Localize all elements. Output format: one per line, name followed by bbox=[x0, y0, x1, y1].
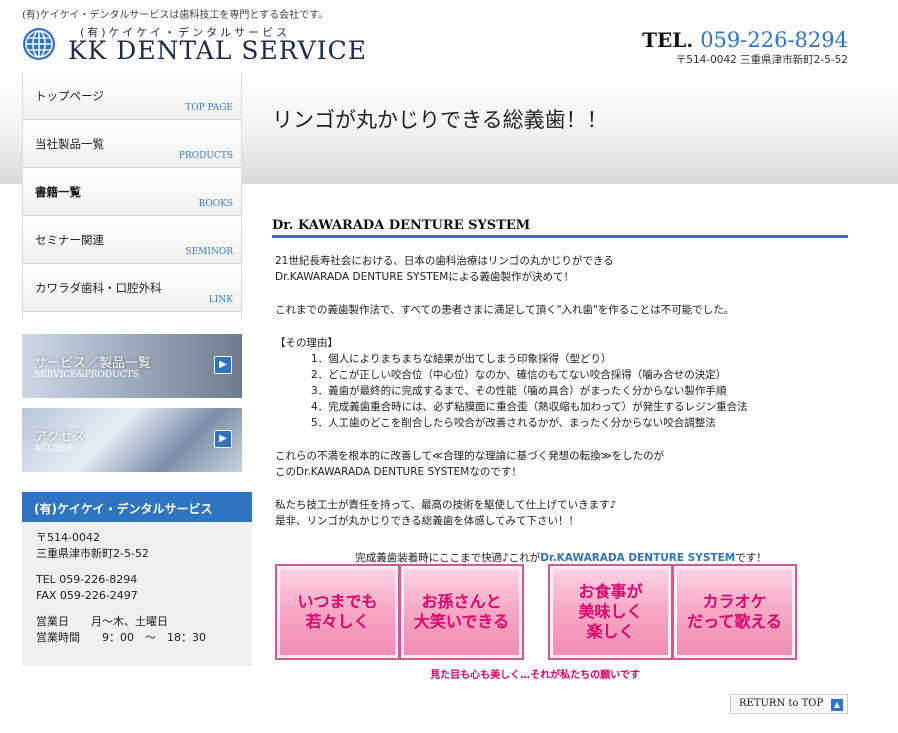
return-to-top-button[interactable]: RETURN to TOP ▲ bbox=[730, 694, 848, 714]
paragraph-2: これまでの義歯製作法で、すべての患者さまに満足して頂く"入れ歯"を作ることは不可… bbox=[275, 304, 735, 316]
sidebar-item-label: カワラダ歯科・口腔外科 bbox=[35, 281, 162, 295]
company-details: 〒514-0042 三重県津市新町2-5-52 TEL 059-226-8294… bbox=[22, 522, 252, 654]
reason-item: 1．個人によりまちまちな結果が出てしまう印象採得（型どり） bbox=[311, 353, 612, 365]
company-business-hours: 営業時間 9：00 ～ 18：30 bbox=[36, 631, 206, 644]
promo-caption-highlight: Dr.KAWARADA DENTURE SYSTEM bbox=[540, 552, 736, 564]
sidebar-item-sublabel: LINK bbox=[208, 295, 233, 305]
section-divider bbox=[272, 235, 848, 238]
company-name: (有)ケイケイ・デンタルサービス bbox=[22, 492, 252, 522]
sidebar-nav: トップページ TOP PAGE 当社製品一覧 PRODUCTS 書籍一覧 BOO… bbox=[22, 72, 242, 320]
globe-icon bbox=[23, 28, 55, 60]
sidebar-item-label: 書籍一覧 bbox=[35, 185, 81, 199]
intro-line-2: Dr.KAWARADA DENTURE SYSTEMによる義歯製作が決めて！ bbox=[275, 271, 575, 283]
arrow-up-icon: ▲ bbox=[831, 699, 843, 711]
company-zip: 〒514-0042 bbox=[36, 531, 100, 544]
promo-tile-karaoke: カラオケ だって歌える bbox=[672, 564, 797, 660]
reason-item: 4．完成義歯重合時には、必ず粘膜面に重合歪（熱収縮も加わって）が発生するレジン重… bbox=[311, 401, 748, 413]
sidebar-item-products[interactable]: 当社製品一覧 PRODUCTS bbox=[23, 120, 241, 168]
service-products-banner[interactable]: サービス／製品一覧 SERVICE&PRODUCTS ▶ bbox=[22, 334, 242, 398]
return-to-top-label: RETURN to TOP bbox=[739, 698, 824, 709]
promo-tile-laugh: お孫さんと 大笑いできる bbox=[399, 564, 524, 660]
sidebar-item-sublabel: PRODUCTS bbox=[178, 151, 233, 161]
paragraph-3b: このDr.KAWARADA DENTURE SYSTEMなのです！ bbox=[275, 466, 522, 478]
page-title: リンゴが丸かじりできる総義歯！！ bbox=[272, 108, 608, 132]
sidebar-item-sublabel: TOP PAGE bbox=[185, 103, 233, 113]
intro-line-1: 21世紀長寿社会における、日本の歯科治療はリンゴの丸かじりができる bbox=[275, 255, 614, 267]
reason-item: 5．人工歯のどこを削合したら咬合が改善されるかが、まったく分からない咬合調整法 bbox=[311, 417, 716, 429]
paragraph-4a: 私たち技工士が責任を持って、最高の技術を駆使して仕上げていきます♪ bbox=[275, 499, 617, 511]
access-banner[interactable]: アクセス ACCESS ▶ bbox=[22, 408, 242, 472]
site-tagline: (有)ケイケイ・デンタルサービスは歯科技工を専門とする会社です。 bbox=[22, 10, 329, 21]
promo-tile-youthful: いつまでも 若々しく bbox=[275, 564, 400, 660]
promo-caption: 完成義歯装着時にここまで快適♪これがDr.KAWARADA DENTURE SY… bbox=[275, 550, 847, 565]
banner-label: アクセス bbox=[34, 430, 86, 445]
arrow-right-icon: ▶ bbox=[214, 430, 232, 448]
arrow-right-icon: ▶ bbox=[214, 356, 232, 374]
promo-caption-text: 完成義歯装着時にここまで快適♪これが bbox=[355, 552, 541, 564]
main-body-text: 21世紀長寿社会における、日本の歯科治療はリンゴの丸かじりができる Dr.KAW… bbox=[275, 253, 847, 529]
site-logo[interactable]: KK DENTAL SERVICE bbox=[68, 36, 367, 65]
promo-footer-text: 見た目も心も美しく…それが私たちの願いです bbox=[430, 670, 640, 681]
paragraph-4b: 是非、リンゴが丸かじりできる総義歯を体感してみて下さい！！ bbox=[275, 515, 579, 527]
sidebar-item-top-page[interactable]: トップページ TOP PAGE bbox=[23, 72, 241, 120]
reason-heading: 【その理由】 bbox=[275, 337, 338, 349]
paragraph-3a: これらの不満を根本的に改善して≪合理的な理論に基づく発想の転換≫をしたのが bbox=[275, 450, 665, 462]
company-info-box: (有)ケイケイ・デンタルサービス 〒514-0042 三重県津市新町2-5-52… bbox=[22, 492, 252, 666]
banner-sublabel: SERVICE&PRODUCTS bbox=[34, 370, 139, 380]
company-tel: TEL 059-226-8294 bbox=[36, 573, 138, 586]
header-phone: TEL. 059-226-8294 bbox=[642, 28, 848, 52]
company-address: 三重県津市新町2-5-52 bbox=[36, 547, 149, 560]
promo-caption-end: です！ bbox=[735, 552, 767, 564]
header-address: 〒514-0042 三重県津市新町2-5-52 bbox=[675, 54, 848, 66]
sidebar-item-label: 当社製品一覧 bbox=[35, 137, 104, 151]
section-title: Dr. KAWARADA DENTURE SYSTEM bbox=[272, 218, 531, 233]
sidebar-item-label: トップページ bbox=[35, 89, 104, 103]
sidebar-item-sublabel: BOOKS bbox=[198, 199, 233, 209]
reason-item: 3．義歯が最終的に完成するまで、その性能（噛め具合）がまったく分からない製作手順 bbox=[311, 385, 727, 397]
tel-number: 059-226-8294 bbox=[700, 28, 848, 52]
reason-item: 2．どこが正しい咬合位（中心位）なのか、確信のもてない咬合採得（噛み合せの決定） bbox=[311, 369, 727, 381]
sidebar-item-sublabel: SEMINOR bbox=[185, 247, 233, 257]
banner-sublabel: ACCESS bbox=[34, 444, 74, 454]
company-fax: FAX 059-226-2497 bbox=[36, 589, 138, 602]
banner-label: サービス／製品一覧 bbox=[34, 356, 152, 371]
sidebar-item-link[interactable]: カワラダ歯科・口腔外科 LINK bbox=[23, 264, 241, 312]
sidebar-item-books[interactable]: 書籍一覧 BOOKS bbox=[23, 168, 241, 216]
company-business-days: 営業日 月～木、土曜日 bbox=[36, 615, 168, 628]
promo-tile-meals: お食事が 美味しく 楽しく bbox=[548, 564, 673, 660]
sidebar-item-label: セミナー関連 bbox=[35, 233, 104, 247]
tel-label: TEL. bbox=[642, 28, 694, 52]
sidebar-item-seminar[interactable]: セミナー関連 SEMINOR bbox=[23, 216, 241, 264]
